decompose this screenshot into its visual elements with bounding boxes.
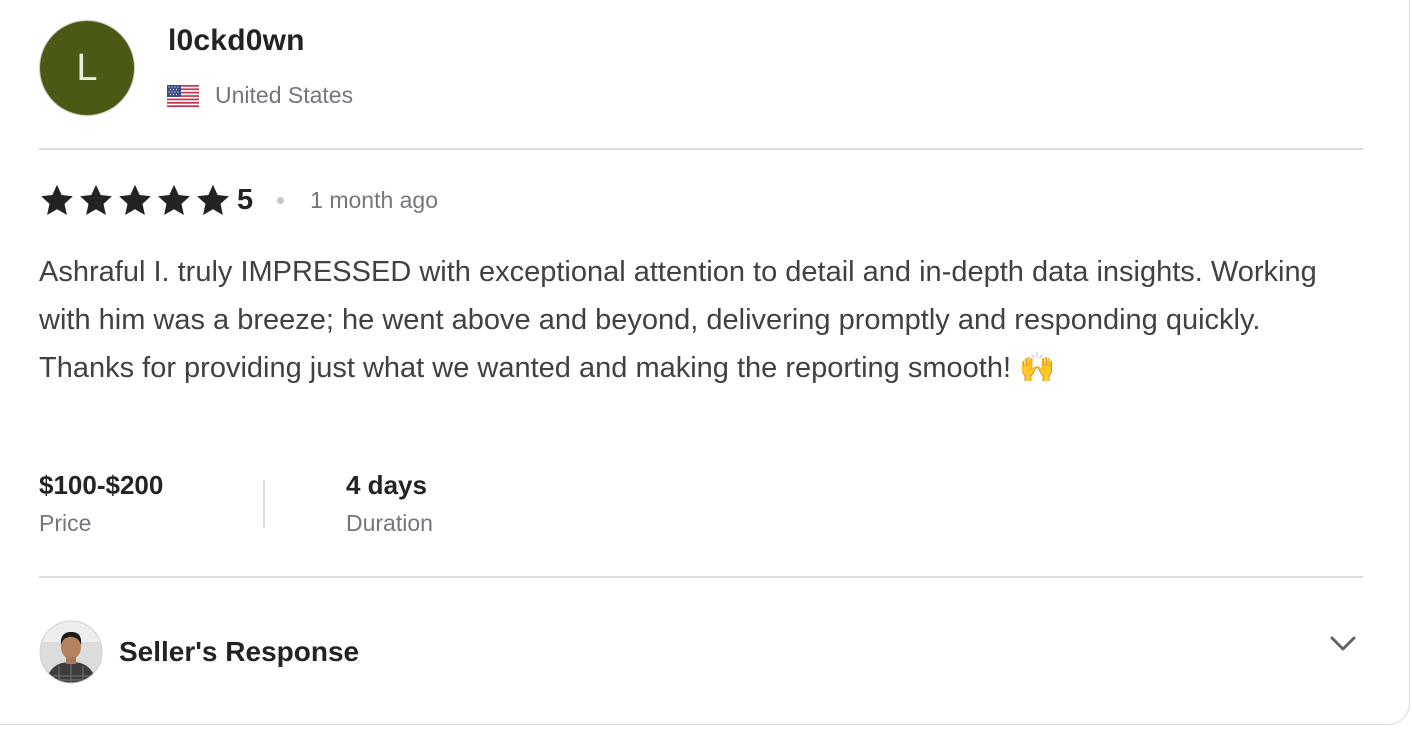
seller-avatar xyxy=(39,620,103,684)
star-icon xyxy=(119,184,151,215)
header-divider xyxy=(39,148,1363,150)
separator-dot xyxy=(277,196,285,204)
response-divider xyxy=(39,576,1363,578)
country-name: United States xyxy=(215,82,354,108)
chevron-down-icon[interactable] xyxy=(1327,630,1359,658)
review-time: 1 month ago xyxy=(310,186,439,213)
seller-response-title: Seller's Response xyxy=(119,636,360,667)
star-rating xyxy=(39,182,231,218)
star-icon xyxy=(158,184,190,215)
star-icon xyxy=(197,184,229,215)
star-icon xyxy=(41,184,73,215)
star-icon xyxy=(80,184,112,215)
us-flag-icon xyxy=(167,84,199,107)
duration-label: Duration xyxy=(346,510,433,536)
duration-value: 4 days xyxy=(346,470,427,500)
reviewer-avatar[interactable]: L xyxy=(40,21,134,115)
duration-stat: 4 days Duration xyxy=(346,468,433,537)
reviewer-username[interactable]: l0ckd0wn xyxy=(168,24,305,58)
price-value: $100-$200 xyxy=(39,470,164,500)
seller-response-toggle[interactable]: Seller's Response xyxy=(39,620,359,684)
price-label: Price xyxy=(39,510,92,536)
reviewer-country: United States xyxy=(167,82,353,109)
review-text: Ashraful I. truly IMPRESSED with excepti… xyxy=(39,256,1317,384)
price-stat: $100-$200 Price xyxy=(39,468,163,537)
stats-divider xyxy=(263,480,265,528)
avatar-initial: L xyxy=(76,46,98,89)
rating-row: 5 1 month ago xyxy=(39,182,438,218)
rating-value: 5 xyxy=(237,183,254,216)
